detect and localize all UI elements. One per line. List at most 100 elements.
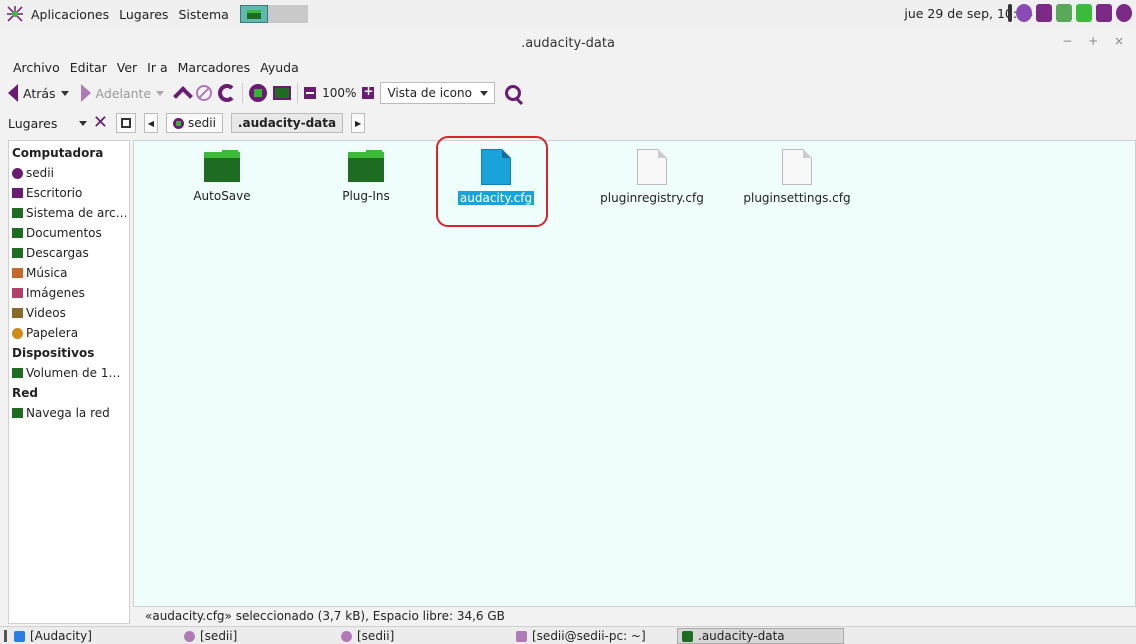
desktop-icon: [12, 188, 23, 198]
folder-item[interactable]: AutoSave: [162, 150, 282, 203]
taskbar-window-button[interactable]: [sedii]: [180, 628, 241, 644]
distro-logo-icon[interactable]: [6, 5, 24, 23]
file-name-label: Plug-Ins: [342, 189, 390, 203]
document-icon: [481, 149, 511, 185]
menu-marcadores[interactable]: Marcadores: [173, 60, 256, 75]
sidebar-heading: Dispositivos: [12, 346, 95, 360]
sidebar-item-label: Papelera: [26, 326, 79, 340]
sidebar-item[interactable]: Sistema de arc…: [12, 203, 126, 223]
sidebar-item[interactable]: Música: [12, 263, 126, 283]
status-bar: «audacity.cfg» seleccionado (3,7 kB), Es…: [133, 607, 1136, 625]
taskbar-label: .audacity-data: [698, 629, 785, 643]
sidebar-item-label: Imágenes: [26, 286, 85, 300]
sidebar-item[interactable]: Descargas: [12, 243, 126, 263]
forward-button[interactable]: Adelante: [80, 84, 165, 102]
file-name-label: audacity.cfg: [457, 191, 535, 205]
sidebar-heading: Red: [12, 386, 38, 400]
home-icon: [12, 167, 23, 179]
forward-history-caret-icon[interactable]: [156, 90, 165, 96]
sidebar-item[interactable]: Escritorio: [12, 183, 126, 203]
tray-handle-icon: [1008, 4, 1012, 22]
zoom-in-icon[interactable]: [362, 84, 375, 99]
taskbar-window-button[interactable]: .audacity-data: [677, 628, 844, 644]
zoom-level: 100%: [322, 86, 357, 100]
taskbar-label: [sedii]: [200, 629, 238, 643]
folder-item[interactable]: Plug-Ins: [306, 150, 426, 203]
taskbar-label: [Audacity]: [30, 629, 92, 643]
crumb-scroll-right-button[interactable]: ▶: [351, 113, 366, 133]
wifi-icon[interactable]: [1056, 4, 1072, 22]
side-pane-selector[interactable]: Lugares ✕: [8, 114, 108, 132]
crumb-sedii[interactable]: sedii: [166, 113, 223, 133]
taskbar-window-button[interactable]: [sedii]: [337, 628, 398, 644]
file-name-label: pluginsettings.cfg: [743, 191, 851, 205]
window-icon: [184, 630, 195, 642]
up-icon[interactable]: [173, 86, 194, 106]
location-toggle-button[interactable]: [116, 113, 136, 133]
sidebar-item-label: sedii: [26, 166, 54, 180]
document-icon: [782, 149, 812, 185]
volume-icon[interactable]: [1036, 4, 1052, 22]
taskbar-window-button[interactable]: [Audacity]: [10, 628, 96, 644]
places-sidebar: Computadora sedii Escritorio Sistema de arc…: [8, 140, 130, 624]
monitor-icon[interactable]: [1096, 4, 1112, 22]
file-name-label: AutoSave: [193, 189, 251, 203]
menu-ayuda[interactable]: Ayuda: [255, 60, 304, 75]
folder-icon: [12, 228, 23, 238]
sidebar-item[interactable]: Navega la red: [12, 403, 126, 423]
computer-icon[interactable]: [273, 86, 292, 100]
window-icon: [516, 630, 527, 642]
forward-label: Adelante: [95, 85, 152, 101]
menu-archivo[interactable]: Archivo: [8, 60, 65, 75]
file-item[interactable]: audacity.cfg: [436, 149, 556, 205]
power-icon[interactable]: [1116, 4, 1132, 22]
sidebar-item[interactable]: Papelera: [12, 323, 126, 343]
zoom-out-icon[interactable]: [304, 87, 317, 99]
side-pane-label: Lugares: [8, 115, 58, 131]
view-mode-value: Vista de icono: [387, 86, 472, 100]
reload-icon[interactable]: [218, 84, 237, 102]
view-mode-select[interactable]: Vista de icono: [380, 82, 495, 104]
file-manager-launcher[interactable]: [239, 5, 268, 23]
menu-editar[interactable]: Editar: [65, 60, 112, 75]
back-history-caret-icon[interactable]: [60, 90, 69, 96]
battery-icon[interactable]: [1076, 4, 1092, 22]
home-icon: [173, 117, 184, 129]
close-side-pane-icon[interactable]: ✕: [93, 114, 108, 132]
file-item[interactable]: pluginregistry.cfg: [592, 149, 712, 205]
search-icon[interactable]: [504, 85, 521, 101]
sidebar-item[interactable]: Documentos: [12, 223, 126, 243]
stop-icon[interactable]: [196, 85, 213, 101]
panel-menu-places[interactable]: Lugares: [114, 7, 173, 22]
home-icon[interactable]: [249, 84, 268, 102]
window-controls[interactable]: − + ×: [1062, 34, 1130, 48]
crumb-current[interactable]: .audacity-data: [230, 113, 344, 133]
file-view[interactable]: AutoSave Plug-Ins audacity.cfg pluginregist…: [133, 136, 1136, 607]
sidebar-item[interactable]: Volumen de 1…: [12, 363, 126, 383]
back-button[interactable]: Atrás: [8, 84, 69, 102]
bluetooth-icon[interactable]: [1016, 4, 1032, 22]
sidebar-item-label: Escritorio: [26, 186, 83, 200]
taskbar-label: [sedii@sedii-pc: ~]: [532, 629, 646, 643]
sidebar-item-label: Volumen de 1…: [26, 366, 121, 380]
sidebar-item[interactable]: sedii: [12, 163, 126, 183]
crumb-scroll-left-button[interactable]: ◀: [144, 113, 158, 133]
menu-ir-a[interactable]: Ir a: [142, 60, 172, 75]
chevron-down-icon[interactable]: [78, 120, 87, 126]
sidebar-item[interactable]: Videos: [12, 303, 126, 323]
file-name-label: pluginregistry.cfg: [600, 191, 704, 205]
taskbar-window-button[interactable]: [sedii@sedii-pc: ~]: [512, 628, 650, 644]
menu-ver[interactable]: Ver: [112, 60, 142, 75]
system-tray: [1008, 4, 1132, 22]
crumb-label: sedii: [188, 116, 216, 130]
folder-icon: [12, 288, 23, 298]
back-label: Atrás: [23, 85, 56, 101]
panel-menu-applications[interactable]: Aplicaciones: [26, 7, 114, 22]
sidebar-item[interactable]: Imágenes: [12, 283, 126, 303]
toolbar-separator: [297, 83, 299, 103]
file-item[interactable]: pluginsettings.cfg: [737, 149, 857, 205]
chevron-down-icon: [479, 90, 488, 96]
panel-menu-system[interactable]: Sistema: [173, 7, 233, 22]
folder-icon: [12, 268, 23, 278]
edit-location-icon: [121, 118, 131, 128]
